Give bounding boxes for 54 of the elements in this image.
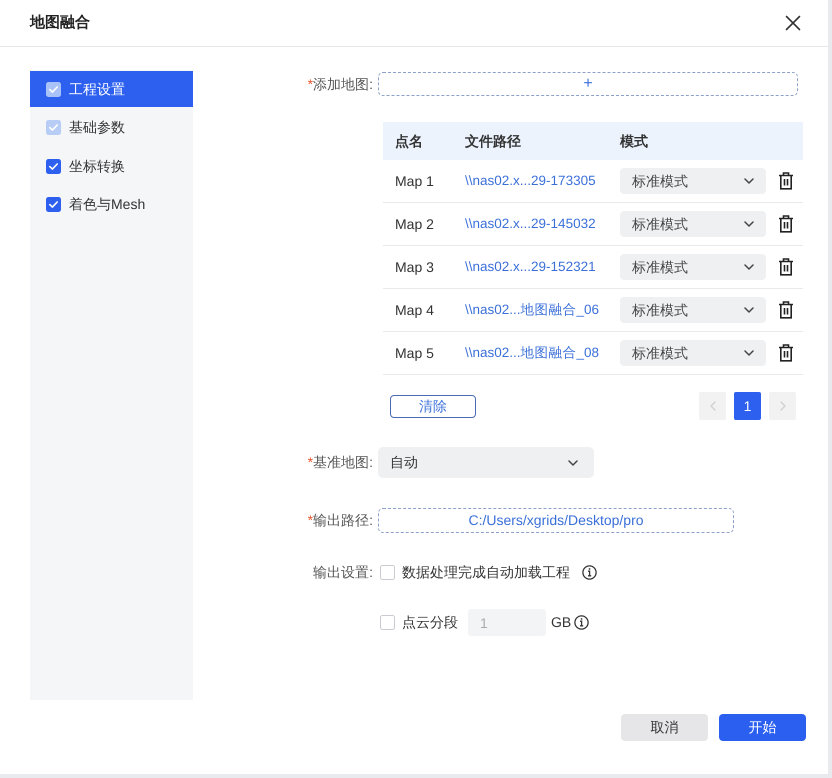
output-path-field[interactable]: C:/Users/xgrids/Desktop/pro — [378, 508, 734, 533]
file-path-link[interactable]: \\nas02.x...29-152321 — [465, 259, 596, 274]
file-path-link[interactable]: \\nas02.x...29-173305 — [465, 173, 596, 188]
trash-icon[interactable] — [778, 258, 794, 276]
cancel-button[interactable]: 取消 — [621, 714, 708, 741]
info-icon[interactable] — [582, 565, 597, 580]
column-header: 模式 — [620, 132, 648, 150]
close-button[interactable] — [784, 14, 802, 32]
column-header: 点名 — [395, 132, 423, 148]
table-cell-text: Map 5 — [394, 344, 435, 363]
mode-select[interactable]: 标准模式 — [620, 340, 766, 366]
checkbox[interactable] — [46, 197, 61, 212]
add-map-button[interactable]: + — [378, 72, 798, 96]
checkbox-label: 点云分段 — [402, 613, 458, 632]
chevron-down-icon — [744, 221, 754, 227]
chevron-down-icon — [744, 307, 754, 313]
field-label: 输出设置: — [312, 563, 374, 582]
file-path-link[interactable]: \\nas02.x...29-145032 — [465, 216, 596, 232]
trash-icon[interactable] — [778, 172, 794, 190]
dialog-title: 地图融合 — [30, 12, 90, 33]
file-path-link[interactable]: \\nas02...地图融合_08 — [465, 345, 600, 360]
trash-icon[interactable] — [778, 215, 794, 233]
checkbox-label: 数据处理完成自动加载工程 — [402, 563, 570, 582]
field-label: *基准地图: — [306, 453, 374, 472]
mode-select[interactable]: 标准模式 — [620, 297, 766, 323]
table-cell-text: Map 3 — [394, 258, 435, 277]
chevron-right-icon — [780, 401, 786, 411]
mode-select[interactable]: 标准模式 — [620, 211, 766, 237]
field-label: *输出路径: — [306, 511, 374, 530]
column-header: 文件路径 — [465, 132, 521, 148]
file-path-link[interactable]: \\nas02...地图融合_06 — [465, 302, 600, 318]
chevron-down-icon — [744, 350, 754, 356]
trash-icon[interactable] — [778, 301, 794, 319]
table-cell-text: Map 1 — [394, 172, 435, 191]
field-label: *添加地图: — [306, 74, 374, 94]
trash-icon[interactable] — [778, 344, 794, 362]
chevron-down-icon — [744, 264, 754, 270]
unit-label: GB — [551, 613, 572, 632]
table-cell-text: Map 4 — [394, 300, 435, 320]
start-button[interactable]: 开始 — [719, 714, 806, 741]
sidebar-item[interactable]: 着色与Mesh — [30, 186, 193, 222]
info-icon[interactable] — [574, 615, 590, 630]
mode-select[interactable]: 标准模式 — [620, 168, 766, 194]
clear-button[interactable]: 清除 — [390, 394, 476, 418]
chevron-down-icon — [744, 178, 754, 184]
close-icon — [785, 15, 801, 31]
checkbox[interactable] — [46, 158, 61, 174]
page-button[interactable]: 1 — [734, 392, 761, 420]
base-map-select[interactable]: 自动 — [378, 447, 594, 478]
chevron-left-icon — [710, 401, 716, 411]
mode-select[interactable]: 标准模式 — [620, 254, 766, 280]
table-cell-text: Map 2 — [394, 214, 435, 234]
chevron-down-icon — [568, 460, 578, 466]
sidebar-item[interactable]: 坐标转换 — [30, 148, 193, 184]
